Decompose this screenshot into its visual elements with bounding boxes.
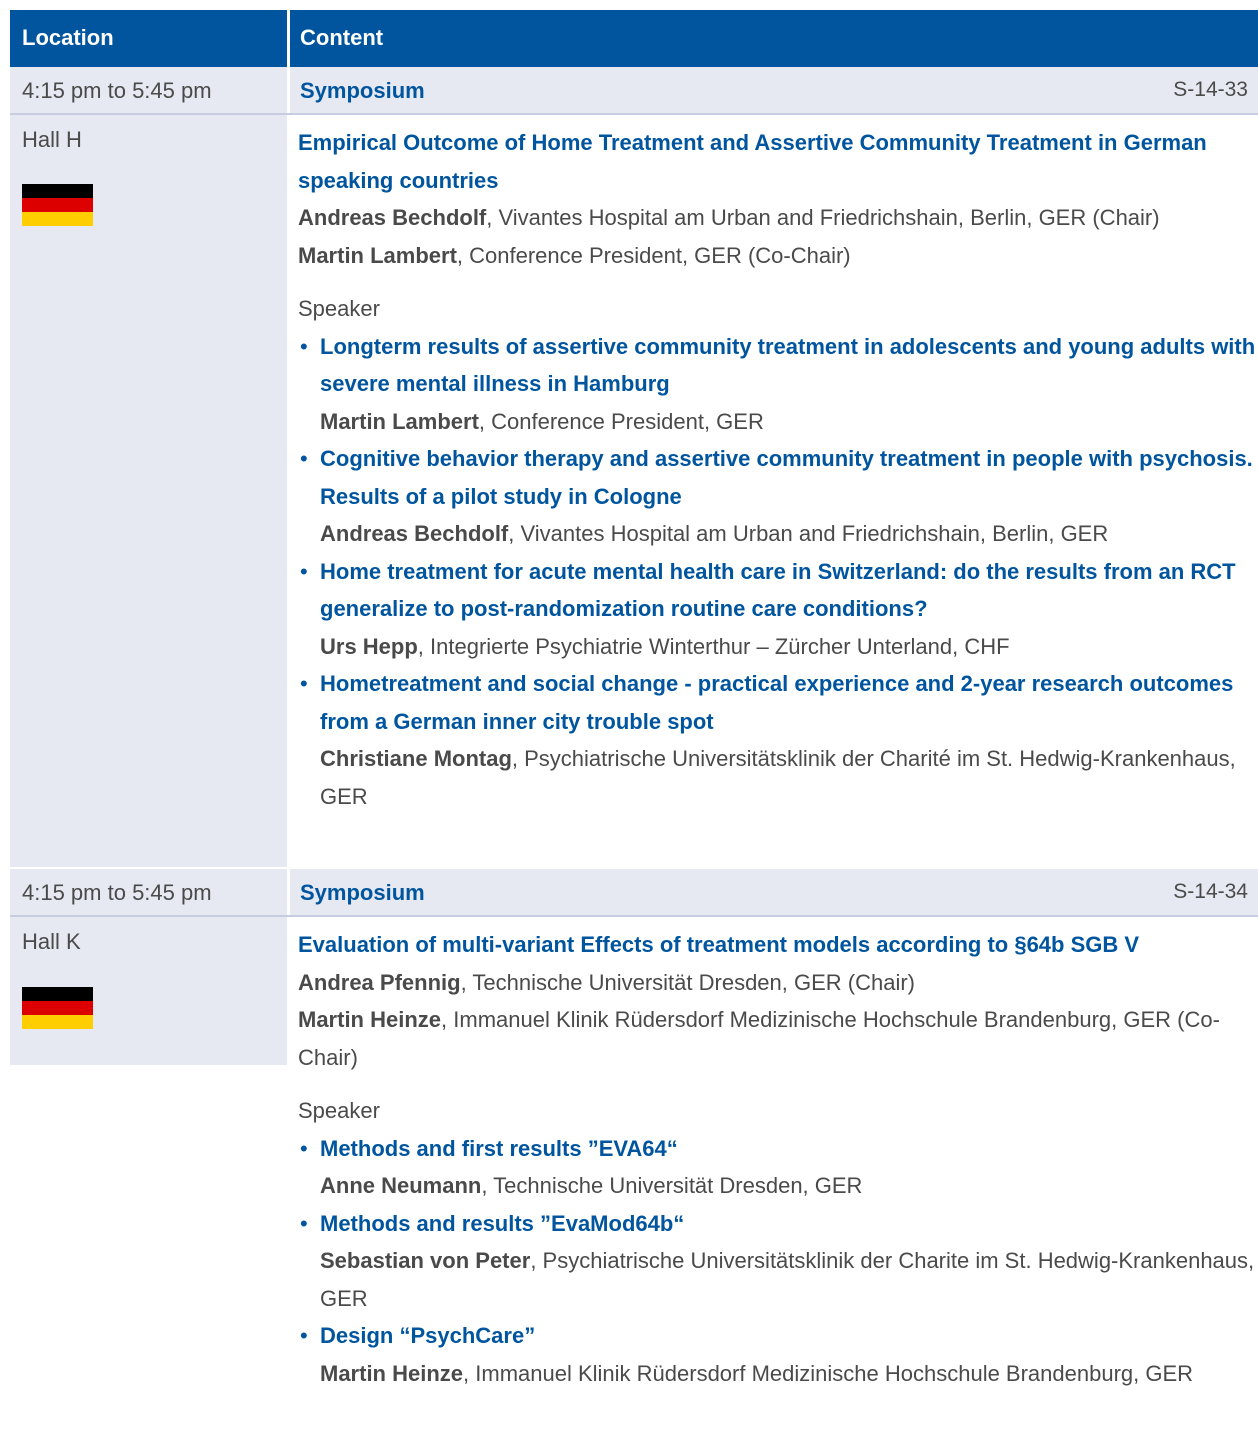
talk-speaker: Urs Hepp, Integrierte Psychiatrie Winter… bbox=[320, 628, 1258, 666]
table-header: Location Content bbox=[10, 10, 1258, 67]
chair: Andrea Pfennig, Technische Universität D… bbox=[298, 964, 1258, 1002]
hall-name: Hall K bbox=[22, 929, 81, 954]
speaker-name: Christiane Montag bbox=[320, 746, 512, 771]
bullet-icon: • bbox=[300, 1210, 308, 1236]
chair-name: Andrea Pfennig bbox=[298, 969, 461, 995]
session-title: Evaluation of multi-variant Effects of t… bbox=[298, 932, 1140, 957]
session-content: Empirical Outcome of Home Treatment and … bbox=[298, 124, 1258, 815]
speaker-affiliation: , Vivantes Hospital am Urban and Friedri… bbox=[508, 521, 1109, 546]
session-time: 4:15 pm to 5:45 pm bbox=[22, 78, 212, 103]
bullet-icon: • bbox=[300, 1323, 308, 1348]
german-flag-icon bbox=[22, 987, 93, 1029]
bullet-icon: • bbox=[300, 671, 308, 696]
bullet-icon: • bbox=[300, 333, 308, 359]
location-cell: Hall H bbox=[10, 115, 287, 867]
session-time: 4:15 pm to 5:45 pm bbox=[22, 880, 212, 905]
talk-item: • Methods and first results ”EVA64“ Anne… bbox=[298, 1130, 1258, 1205]
session-type: Symposium bbox=[300, 78, 425, 103]
chair-name: Andreas Bechdolf bbox=[298, 205, 487, 230]
header-divider bbox=[287, 10, 290, 67]
location-column-header: Location bbox=[22, 25, 114, 50]
co-chair-name: Martin Lambert bbox=[298, 242, 457, 268]
talk-speaker: Andreas Bechdolf, Vivantes Hospital am U… bbox=[320, 515, 1258, 553]
talk-speaker: Anne Neumann, Technische Universität Dre… bbox=[320, 1167, 1258, 1205]
speaker-name: Anne Neumann bbox=[320, 1173, 482, 1198]
talk-item: • Methods and results ”EvaMod64b“ Sebast… bbox=[298, 1205, 1258, 1318]
talk-title: Cognitive behavior therapy and assertive… bbox=[320, 446, 1253, 509]
chair-affiliation: , Vivantes Hospital am Urban and Friedri… bbox=[486, 205, 1160, 230]
session-type: Symposium bbox=[300, 880, 425, 905]
bullet-icon: • bbox=[300, 446, 308, 471]
speaker-label: Speaker bbox=[298, 296, 380, 321]
speaker-name: Andreas Bechdolf bbox=[320, 521, 509, 546]
co-chair: Martin Lambert, Conference President, GE… bbox=[298, 237, 1258, 275]
speaker-label: Speaker bbox=[298, 1098, 380, 1123]
talk-speaker: Christiane Montag, Psychiatrische Univer… bbox=[320, 740, 1258, 815]
talk-speaker: Martin Lambert, Conference President, GE… bbox=[320, 403, 1258, 441]
talk-item: • Design “PsychCare” Martin Heinze, Imma… bbox=[298, 1317, 1258, 1392]
talk-speaker: Martin Heinze, Immanuel Klinik Rüdersdor… bbox=[320, 1355, 1258, 1393]
session-code: S-14-33 bbox=[1173, 78, 1248, 101]
talk-list: • Longterm results of assertive communit… bbox=[298, 328, 1258, 816]
location-cell: Hall K bbox=[10, 917, 287, 1065]
talk-item: • Longterm results of assertive communit… bbox=[298, 328, 1258, 441]
chair-affiliation: , Technische Universität Dresden, GER (C… bbox=[460, 969, 916, 995]
talk-item: • Home treatment for acute mental health… bbox=[298, 553, 1258, 666]
chair: Andreas Bechdolf, Vivantes Hospital am U… bbox=[298, 199, 1258, 237]
session-code: S-14-34 bbox=[1173, 880, 1248, 903]
speaker-affiliation: , Technische Universität Dresden, GER bbox=[481, 1173, 863, 1198]
co-chair-name: Martin Heinze bbox=[298, 1007, 442, 1032]
talk-item: • Hometreatment and social change - prac… bbox=[298, 665, 1258, 815]
speaker-name: Sebastian von Peter bbox=[320, 1248, 531, 1273]
talk-title: Hometreatment and social change - practi… bbox=[320, 671, 1234, 734]
talk-title: Design “PsychCare” bbox=[320, 1323, 536, 1348]
program-page: Location Content 4:15 pm to 5:45 pm Symp… bbox=[10, 0, 1258, 1386]
talk-title: Methods and results ”EvaMod64b“ bbox=[320, 1210, 685, 1236]
talk-speaker: Sebastian von Peter, Psychiatrische Univ… bbox=[320, 1242, 1258, 1317]
session-bar: 4:15 pm to 5:45 pm Symposium S-14-34 bbox=[10, 869, 1258, 917]
talk-title: Methods and first results ”EVA64“ bbox=[320, 1135, 678, 1161]
german-flag-icon bbox=[22, 184, 93, 226]
co-chair-affiliation: , Conference President, GER (Co-Chair) bbox=[456, 242, 851, 268]
speaker-affiliation: , Immanuel Klinik Rüdersdorf Medizinisch… bbox=[463, 1360, 1194, 1386]
session-title: Empirical Outcome of Home Treatment and … bbox=[298, 130, 1207, 193]
bullet-icon: • bbox=[300, 1135, 308, 1161]
session-bar: 4:15 pm to 5:45 pm Symposium S-14-33 bbox=[10, 67, 1258, 115]
speaker-affiliation: , Integrierte Psychiatrie Winterthur – Z… bbox=[417, 633, 1010, 659]
talk-list: • Methods and first results ”EVA64“ Anne… bbox=[298, 1130, 1258, 1393]
session-content: Evaluation of multi-variant Effects of t… bbox=[298, 926, 1258, 1392]
content-column-header: Content bbox=[300, 25, 384, 50]
talk-title: Home treatment for acute mental health c… bbox=[320, 558, 1236, 622]
speaker-name: Urs Hepp bbox=[320, 633, 418, 659]
talk-title: Longterm results of assertive community … bbox=[320, 333, 1256, 397]
speaker-name: Martin Heinze bbox=[320, 1360, 464, 1386]
bullet-icon: • bbox=[300, 558, 308, 584]
speaker-affiliation: , Conference President, GER bbox=[478, 408, 764, 434]
column-divider bbox=[287, 869, 290, 915]
column-divider bbox=[287, 67, 290, 113]
talk-item: • Cognitive behavior therapy and asserti… bbox=[298, 440, 1258, 553]
co-chair: Martin Heinze, Immanuel Klinik Rüdersdor… bbox=[298, 1001, 1258, 1076]
speaker-name: Martin Lambert bbox=[320, 408, 479, 434]
hall-name: Hall H bbox=[22, 127, 82, 152]
